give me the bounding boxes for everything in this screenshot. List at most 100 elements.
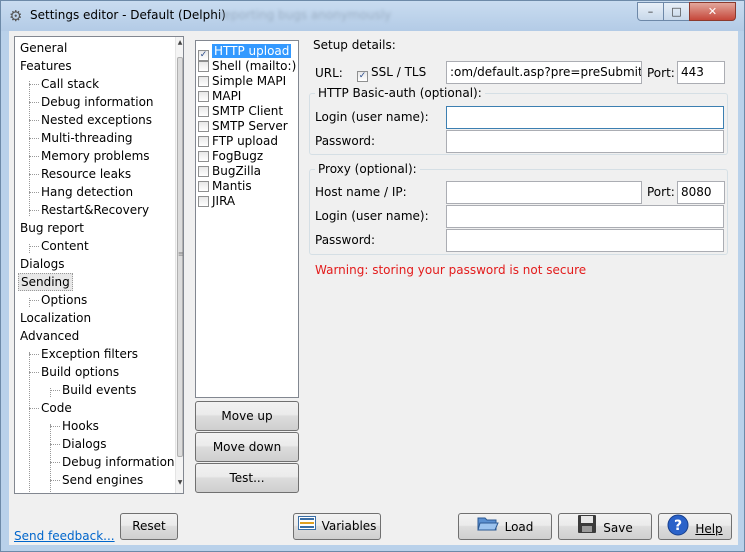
- tree-item[interactable]: Advanced: [18, 327, 81, 345]
- tree-item[interactable]: Memory problems: [39, 147, 152, 165]
- proxy-group-title: Proxy (optional):: [315, 162, 420, 176]
- checkbox-icon[interactable]: [198, 121, 209, 132]
- tree-scrollbar[interactable]: ▲ ≡ ▼: [175, 37, 183, 493]
- tree-connector: [50, 480, 60, 481]
- checkbox-icon[interactable]: [198, 61, 209, 72]
- checkbox-icon[interactable]: [198, 106, 209, 117]
- checkbox-icon[interactable]: [198, 151, 209, 162]
- tree-item[interactable]: Restart&Recovery: [39, 201, 151, 219]
- folder-open-icon: [476, 514, 499, 541]
- close-button[interactable]: ✕: [689, 2, 736, 21]
- proxy-login-label: Login (user name):: [315, 209, 429, 223]
- checkbox-icon[interactable]: [198, 166, 209, 177]
- tree-item[interactable]: Localization: [18, 309, 93, 327]
- auth-password-input[interactable]: [446, 130, 724, 153]
- send-method-item[interactable]: FogBugz: [198, 149, 263, 164]
- send-method-item[interactable]: SMTP Server: [198, 119, 288, 134]
- checkbox-icon[interactable]: [198, 181, 209, 192]
- list-icon: [297, 514, 316, 539]
- port-input[interactable]: 443: [677, 61, 725, 84]
- auth-login-input[interactable]: [446, 106, 724, 129]
- send-method-item[interactable]: Simple MAPI: [198, 74, 286, 89]
- checkbox-icon[interactable]: [198, 76, 209, 87]
- send-feedback-link[interactable]: Send feedback...: [14, 529, 115, 543]
- tree-item[interactable]: Dialogs: [60, 435, 108, 453]
- scroll-down-arrow-icon[interactable]: ▼: [176, 479, 183, 486]
- url-input[interactable]: :om/default.asp?pre=preSubmitBug: [446, 61, 642, 84]
- send-method-item[interactable]: FTP upload: [198, 134, 278, 149]
- save-button[interactable]: Save: [558, 513, 652, 540]
- tree-item[interactable]: Debug information: [39, 93, 156, 111]
- send-method-item[interactable]: BugZilla: [198, 164, 261, 179]
- scroll-thumb[interactable]: ≡: [177, 57, 183, 457]
- tree-item[interactable]: Build events: [60, 381, 138, 399]
- tree-item[interactable]: Nested exceptions: [39, 111, 154, 129]
- proxy-login-input[interactable]: [446, 205, 724, 228]
- tree-item[interactable]: Code: [39, 399, 74, 417]
- proxy-host-input[interactable]: [446, 181, 642, 204]
- tree-item[interactable]: Options: [39, 291, 89, 309]
- send-method-item[interactable]: ✓ HTTP upload: [198, 44, 292, 61]
- tree-item[interactable]: Debug information: [60, 453, 177, 471]
- send-method-label: Shell (mailto:): [212, 59, 297, 73]
- tree-item[interactable]: Multi-threading: [39, 129, 135, 147]
- variables-button[interactable]: Variables: [293, 513, 381, 540]
- proxy-port-input[interactable]: 8080: [677, 181, 725, 204]
- tree-connector: [50, 462, 60, 463]
- send-methods-list[interactable]: ✓ HTTP upload Shell (mailto:) Simple MAPI MA…: [195, 40, 299, 398]
- proxy-host-label: Host name / IP:: [315, 185, 407, 199]
- tree-item[interactable]: Resource leaks: [39, 165, 133, 183]
- ssl-checkbox[interactable]: ✓ SSL / TLS: [357, 65, 426, 82]
- move-down-button[interactable]: Move down: [195, 432, 299, 462]
- help-button[interactable]: ? Help: [658, 513, 732, 540]
- password-warning: Warning: storing your password is not se…: [315, 263, 587, 277]
- ssl-check-icon[interactable]: ✓: [357, 71, 368, 82]
- tree-item[interactable]: Features: [18, 57, 74, 75]
- tree-item[interactable]: Content: [39, 237, 91, 255]
- scroll-up-arrow-icon[interactable]: ▲: [176, 39, 183, 46]
- test-button[interactable]: Test...: [195, 463, 299, 493]
- move-up-button[interactable]: Move up: [195, 401, 299, 431]
- send-method-label: Mantis: [212, 179, 252, 193]
- tree-connector: [29, 192, 39, 193]
- tree-item[interactable]: Sending: [18, 273, 73, 291]
- proxy-port-label: Port:: [647, 185, 675, 199]
- send-method-item[interactable]: JIRA: [198, 194, 235, 209]
- tree-item[interactable]: Hooks: [60, 417, 101, 435]
- maximize-button[interactable]: □: [663, 2, 690, 21]
- send-method-item[interactable]: SMTP Client: [198, 104, 283, 119]
- send-method-item[interactable]: Shell (mailto:): [198, 59, 296, 74]
- title-bar[interactable]: ⚙ Settings editor - Default (Delphi) rep…: [1, 1, 744, 31]
- checkbox-icon[interactable]: [198, 136, 209, 147]
- auth-password-label: Password:: [315, 134, 376, 148]
- tree-item[interactable]: Call stack: [39, 75, 101, 93]
- tree-item[interactable]: Dialogs: [18, 255, 66, 273]
- load-label: Load: [504, 520, 534, 534]
- send-method-item[interactable]: Mantis: [198, 179, 252, 194]
- reset-button[interactable]: Reset: [120, 513, 178, 540]
- send-method-item[interactable]: MAPI: [198, 89, 241, 104]
- tree-line: [50, 424, 51, 493]
- checkbox-icon[interactable]: [198, 91, 209, 102]
- settings-tree[interactable]: General Features Call stack Debug informati…: [14, 36, 184, 494]
- tree-item[interactable]: Bug report: [18, 219, 86, 237]
- save-label: Save: [603, 521, 633, 535]
- tree-connector: [29, 408, 39, 409]
- tree-line: [29, 352, 30, 493]
- send-method-label: FTP upload: [212, 134, 278, 148]
- load-button[interactable]: Load: [458, 513, 552, 540]
- tree-item[interactable]: Exception filters: [39, 345, 140, 363]
- tree-item[interactable]: Send engines: [60, 471, 145, 489]
- ssl-label: SSL / TLS: [371, 65, 427, 79]
- proxy-password-input[interactable]: [446, 229, 724, 252]
- tree-item[interactable]: Build options: [39, 363, 121, 381]
- send-method-label: MAPI: [212, 89, 242, 103]
- tree-connector: [50, 390, 60, 391]
- tree-connector: [29, 102, 39, 103]
- checkbox-icon[interactable]: [198, 196, 209, 207]
- minimize-button[interactable]: –: [637, 2, 664, 21]
- window-title: Settings editor - Default (Delphi): [30, 8, 226, 22]
- tree-item[interactable]: General: [18, 39, 69, 57]
- tree-item[interactable]: Hang detection: [39, 183, 135, 201]
- tree-connector: [29, 246, 39, 247]
